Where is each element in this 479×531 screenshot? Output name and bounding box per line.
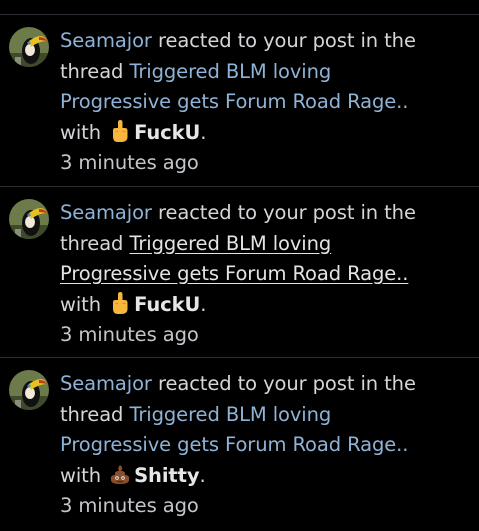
avatar[interactable] bbox=[9, 199, 49, 239]
alert-time: 3 minutes ago bbox=[60, 151, 199, 174]
thread-title-line2: Progressive gets Forum Road Rage.. bbox=[60, 262, 409, 285]
alert-item[interactable]: Seamajor reacted to your post in the thr… bbox=[0, 14, 479, 186]
user-link[interactable]: Seamajor bbox=[60, 29, 152, 52]
alert-text: Seamajor reacted to your post in the thr… bbox=[60, 198, 470, 351]
alerts-list: Seamajor reacted to your post in the thr… bbox=[0, 0, 479, 531]
alert-time: 3 minutes ago bbox=[60, 323, 199, 346]
period: . bbox=[200, 120, 207, 144]
poop-icon bbox=[109, 462, 131, 486]
with-label: with bbox=[60, 292, 101, 316]
alert-item[interactable]: Seamajor reacted to your post in the thr… bbox=[0, 357, 479, 531]
alert-item[interactable]: Seamajor reacted to your post in the thr… bbox=[0, 186, 479, 357]
thread-title-line2: Progressive gets Forum Road Rage.. bbox=[60, 433, 409, 456]
alert-text: Seamajor reacted to your post in the thr… bbox=[60, 26, 470, 179]
with-label: with bbox=[60, 120, 101, 144]
toucan-avatar-icon bbox=[9, 27, 49, 67]
toucan-avatar-icon bbox=[9, 370, 49, 410]
middle-finger-icon bbox=[109, 291, 131, 315]
avatar[interactable] bbox=[9, 370, 49, 410]
period: . bbox=[200, 292, 207, 316]
toucan-avatar-icon bbox=[9, 199, 49, 239]
reaction-name: Shitty bbox=[134, 463, 200, 487]
with-label: with bbox=[60, 463, 101, 487]
thread-title-line1: Triggered BLM loving bbox=[129, 231, 332, 255]
user-link[interactable]: Seamajor bbox=[60, 372, 152, 395]
reaction-name: FuckU bbox=[134, 120, 201, 144]
thread-title-line2: Progressive gets Forum Road Rage.. bbox=[60, 90, 409, 113]
thread-title-line1: Triggered BLM loving bbox=[129, 59, 332, 83]
thread-title-line1: Triggered BLM loving bbox=[129, 402, 332, 426]
reaction-name: FuckU bbox=[134, 292, 201, 316]
avatar[interactable] bbox=[9, 27, 49, 67]
user-link[interactable]: Seamajor bbox=[60, 201, 152, 224]
alert-time: 3 minutes ago bbox=[60, 494, 199, 517]
alert-text: Seamajor reacted to your post in the thr… bbox=[60, 369, 470, 522]
period: . bbox=[199, 463, 206, 487]
middle-finger-icon bbox=[109, 119, 131, 143]
